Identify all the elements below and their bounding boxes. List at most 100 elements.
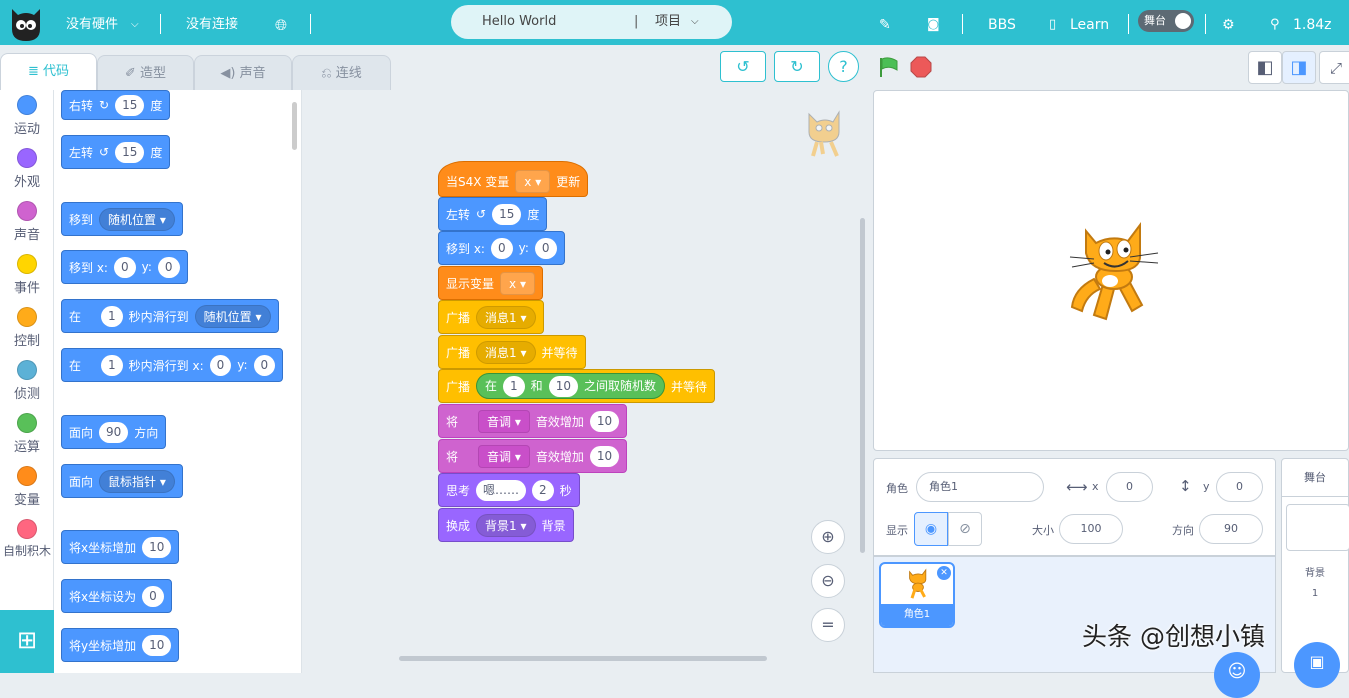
- block-input[interactable]: 0: [113, 256, 136, 278]
- block-change-effect[interactable]: 将 音调 ▾ 音效增加 10: [438, 439, 628, 473]
- block-input[interactable]: 10: [548, 375, 578, 397]
- block-turn-left[interactable]: 左转 ↺ 15 度: [438, 197, 548, 231]
- block-set-x[interactable]: 将x坐标设为 0: [61, 579, 172, 613]
- category-0[interactable]: 运动: [0, 95, 54, 137]
- tab-sounds[interactable]: ◀) 声音: [194, 55, 292, 90]
- block-goto-xy[interactable]: 移到 x: 0 y: 0: [438, 231, 565, 265]
- block-input[interactable]: 0: [142, 585, 164, 607]
- y-input[interactable]: 0: [1216, 472, 1263, 502]
- block-glide[interactable]: 在 1 秒内滑行到 随机位置 ▾: [61, 299, 279, 333]
- size-input[interactable]: 100: [1059, 514, 1123, 544]
- vertical-scrollbar[interactable]: [860, 218, 865, 553]
- block-dropdown[interactable]: 音调 ▾: [478, 409, 530, 433]
- block-change-effect[interactable]: 将 音调 ▾ 音效增加 10: [438, 404, 628, 438]
- palette-scrollbar[interactable]: [292, 102, 297, 150]
- category-8[interactable]: 自制积木: [0, 519, 54, 559]
- bbs-link[interactable]: BBS: [988, 0, 1016, 45]
- block-random-reporter[interactable]: 在 1 和 10 之间取随机数: [476, 373, 665, 399]
- direction-input[interactable]: 90: [1199, 514, 1263, 544]
- zoom-out-button[interactable]: ⊖: [811, 564, 845, 598]
- stop-icon[interactable]: [910, 56, 932, 78]
- add-backdrop-button[interactable]: ▣: [1294, 642, 1340, 688]
- block-input[interactable]: 1: [101, 305, 123, 327]
- category-1[interactable]: 外观: [0, 148, 54, 190]
- category-2[interactable]: 声音: [0, 201, 54, 243]
- block-input[interactable]: 10: [589, 410, 620, 432]
- hardware-menu[interactable]: 没有硬件: [66, 0, 118, 45]
- help-button[interactable]: ?: [828, 51, 859, 82]
- delete-sprite-button[interactable]: ✕: [937, 566, 951, 580]
- edit-icon[interactable]: ✎: [879, 0, 891, 45]
- show-sprite-button[interactable]: ◉: [914, 512, 948, 546]
- fullscreen-button[interactable]: ⤢: [1319, 51, 1349, 84]
- block-dropdown[interactable]: 随机位置 ▾: [194, 304, 271, 328]
- project-name-input[interactable]: Hello World: [482, 5, 556, 39]
- stage-canvas[interactable]: [873, 90, 1349, 451]
- category-3[interactable]: 事件: [0, 254, 54, 296]
- block-input[interactable]: 0: [209, 354, 232, 376]
- add-sprite-button[interactable]: ☺: [1214, 652, 1260, 698]
- sprite-name-input[interactable]: 角色1: [916, 472, 1044, 502]
- block-turn-right[interactable]: 右转 ↻ 15 度: [61, 90, 171, 120]
- category-6[interactable]: 运算: [0, 413, 54, 455]
- block-input[interactable]: 15: [115, 141, 145, 163]
- block-hat-var-update[interactable]: 当S4X 变量 x ▾ 更新: [438, 161, 589, 197]
- category-7[interactable]: 变量: [0, 466, 54, 508]
- x-input[interactable]: 0: [1106, 472, 1153, 502]
- block-input[interactable]: 0: [490, 237, 513, 259]
- block-show-variable[interactable]: 显示变量 x ▾: [438, 266, 543, 300]
- block-glide-xy[interactable]: 在 1 秒内滑行到 x: 0 y: 0: [61, 348, 284, 382]
- block-dropdown[interactable]: 鼠标指针 ▾: [99, 469, 175, 493]
- zoom-reset-button[interactable]: =: [811, 608, 845, 642]
- block-input[interactable]: 2: [532, 479, 554, 501]
- block-dropdown[interactable]: 消息1 ▾: [476, 340, 536, 364]
- block-think[interactable]: 思考 嗯…… 2 秒: [438, 473, 580, 507]
- block-input[interactable]: 0: [534, 237, 557, 259]
- tab-code[interactable]: ≣ 代码: [0, 53, 97, 91]
- block-goto[interactable]: 移到 随机位置 ▾: [61, 202, 183, 236]
- block-turn-left[interactable]: 左转 ↺ 15 度: [61, 135, 171, 169]
- block-dropdown[interactable]: 随机位置 ▾: [99, 207, 175, 231]
- block-input[interactable]: 90: [99, 421, 129, 443]
- connection-menu[interactable]: 没有连接: [186, 0, 238, 45]
- block-dropdown[interactable]: x ▾: [515, 169, 551, 193]
- block-input[interactable]: 10: [142, 634, 172, 656]
- camera-icon[interactable]: ◙: [927, 0, 940, 45]
- large-stage-button[interactable]: ◨: [1282, 51, 1316, 84]
- block-input[interactable]: 15: [115, 94, 145, 116]
- small-stage-button[interactable]: ◧: [1248, 51, 1282, 84]
- learn-link[interactable]: Learn: [1070, 0, 1109, 45]
- block-input[interactable]: 嗯……: [476, 479, 527, 501]
- zoom-in-button[interactable]: ⊕: [811, 520, 845, 554]
- category-4[interactable]: 控制: [0, 307, 54, 349]
- redo-button[interactable]: ↻: [774, 51, 820, 82]
- project-menu[interactable]: 项目: [655, 5, 681, 39]
- sprite-thumbnail[interactable]: 角色1 ✕: [879, 562, 955, 628]
- block-broadcast-random-wait[interactable]: 广播在 1 和 10 之间取随机数 并等待: [438, 369, 715, 403]
- stage-toggle[interactable]: 舞台: [1138, 10, 1194, 32]
- horizontal-scrollbar[interactable]: [399, 656, 767, 661]
- tab-costumes[interactable]: ✐ 造型: [97, 55, 194, 90]
- block-point-towards[interactable]: 面向 鼠标指针 ▾: [61, 464, 183, 498]
- block-broadcast[interactable]: 广播 消息1 ▾: [438, 300, 544, 334]
- block-point-direction[interactable]: 面向 90 方向: [61, 415, 167, 449]
- gear-icon[interactable]: ⚙: [1222, 0, 1235, 45]
- block-input[interactable]: 1: [503, 375, 525, 397]
- undo-button[interactable]: ↺: [720, 51, 766, 82]
- block-dropdown[interactable]: 消息1 ▾: [476, 305, 536, 329]
- block-input[interactable]: 1: [101, 354, 123, 376]
- script-area[interactable]: 当S4X 变量 x ▾ 更新 左转 ↺ 15 度 移到 x: 0 y: 0 显示变量 x ▾ 广播…: [303, 90, 867, 663]
- block-change-y[interactable]: 将y坐标增加 10: [61, 628, 180, 662]
- app-logo[interactable]: [8, 3, 44, 42]
- block-input[interactable]: 10: [589, 445, 620, 467]
- block-dropdown[interactable]: 音调 ▾: [478, 444, 530, 468]
- block-dropdown[interactable]: x ▾: [500, 271, 535, 295]
- cat-sprite-icon[interactable]: [1064, 219, 1164, 325]
- block-input[interactable]: 0: [157, 256, 180, 278]
- globe-icon[interactable]: 🌐︎: [275, 0, 287, 45]
- block-switch-backdrop[interactable]: 换成 背景1 ▾ 背景: [438, 508, 574, 542]
- block-change-x[interactable]: 将x坐标增加 10: [61, 530, 180, 564]
- hide-sprite-button[interactable]: ⊘: [948, 512, 982, 546]
- category-5[interactable]: 侦测: [0, 360, 54, 402]
- tab-wiring[interactable]: ⎌ 连线: [292, 55, 391, 90]
